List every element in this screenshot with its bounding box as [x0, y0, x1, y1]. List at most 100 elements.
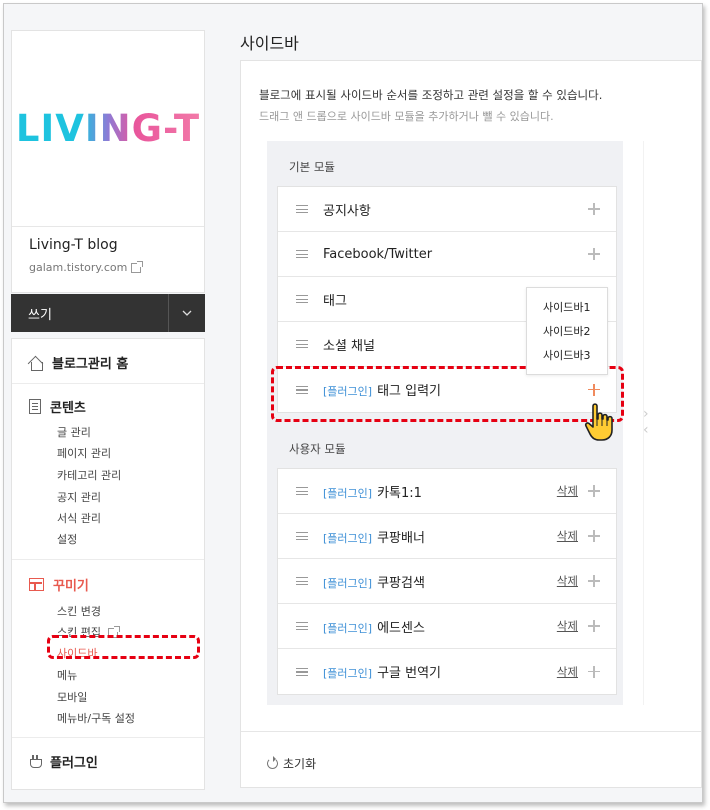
menu-item-skin-change[interactable]: 스킨 변경 — [57, 603, 101, 619]
reset-label: 초기화 — [283, 757, 317, 771]
module-name: [플러그인] 쿠팡배너 — [323, 527, 557, 546]
write-button[interactable]: 쓰기 — [11, 304, 168, 323]
user-module-list: [플러그인] 카톡1:1 삭제 [플러그인] 쿠팡배너 삭제 [플러그인] 쿠팡검색 … — [277, 468, 617, 695]
list-item[interactable]: [플러그인] 쿠팡검색 삭제 — [278, 559, 616, 604]
blog-logo-text: LIVING-T — [15, 107, 201, 150]
sidebar-select-dropdown: 사이드바1 사이드바2 사이드바3 — [526, 287, 608, 375]
plus-icon[interactable] — [588, 203, 600, 215]
menu-item-menubar-subscribe[interactable]: 메뉴바/구독 설정 — [57, 710, 135, 726]
hand-pointer-icon — [584, 403, 613, 441]
drag-handle-icon[interactable] — [296, 487, 308, 495]
plus-icon[interactable] — [588, 575, 600, 587]
menu-home-label: 블로그관리 홈 — [52, 357, 129, 372]
dropdown-item-sidebar1[interactable]: 사이드바1 — [527, 300, 607, 324]
plug-icon — [29, 754, 42, 769]
blog-name: Living-T blog — [29, 237, 118, 253]
menu-divider — [12, 737, 204, 738]
menu-plugin-label: 플러그인 — [50, 756, 98, 771]
app-window: LIVING-T Living-T blog galam.tistory.com… — [3, 3, 703, 803]
plus-icon[interactable] — [588, 248, 600, 260]
menu-divider — [12, 559, 204, 560]
plugin-tag: [플러그인] — [323, 667, 373, 680]
module-name-text: 쿠팡배너 — [377, 530, 425, 546]
drag-handle-icon[interactable] — [296, 622, 308, 630]
menu-item-notices[interactable]: 공지 관리 — [57, 489, 101, 505]
layout-icon — [29, 578, 44, 591]
menu-plugin[interactable]: 플러그인 — [29, 752, 98, 771]
panel-arrows: › ‹ — [643, 406, 649, 438]
blog-url-text: galam.tistory.com — [29, 261, 128, 274]
menu-item-pages[interactable]: 페이지 관리 — [57, 445, 111, 461]
module-panel: 기본 모듈 공지사항 Facebook/Twitter 태그 소셜 채널 [플러… — [267, 141, 623, 705]
blog-logo[interactable]: LIVING-T — [12, 31, 204, 227]
plus-icon[interactable] — [588, 665, 600, 678]
module-name-text: 에드센스 — [377, 620, 425, 636]
delete-button[interactable]: 삭제 — [557, 483, 578, 499]
page-description: 블로그에 표시될 사이드바 순서를 조정하고 관련 설정을 할 수 있습니다. — [259, 88, 603, 102]
footer-divider — [241, 731, 701, 732]
sidebar-settings-card: 블로그에 표시될 사이드바 순서를 조정하고 관련 설정을 할 수 있습니다. … — [240, 60, 702, 788]
plugin-tag: [플러그인] — [323, 486, 373, 500]
chevron-left-icon[interactable]: ‹ — [643, 422, 649, 438]
delete-button[interactable]: 삭제 — [557, 618, 578, 634]
menu-contents-label: 콘텐츠 — [50, 401, 86, 416]
blog-url-link[interactable]: galam.tistory.com — [29, 260, 144, 274]
menu-item-templates[interactable]: 서식 관리 — [57, 510, 101, 526]
list-item[interactable]: Facebook/Twitter — [278, 232, 616, 277]
menu-home[interactable]: 블로그관리 홈 — [29, 353, 128, 372]
reset-button[interactable]: 초기화 — [267, 755, 316, 772]
module-name: [플러그인] 에드센스 — [323, 617, 557, 636]
module-name-text: 구글 번역기 — [377, 666, 442, 681]
menu-item-mobile[interactable]: 모바일 — [57, 689, 87, 705]
dropdown-item-sidebar3[interactable]: 사이드바3 — [527, 348, 607, 372]
drag-handle-icon[interactable] — [296, 205, 308, 213]
plugin-tag: [플러그인] — [323, 576, 373, 590]
chevron-down-icon[interactable] — [169, 294, 205, 332]
module-name: [플러그인] 카톡1:1 — [323, 482, 557, 501]
menu-item-settings[interactable]: 설정 — [57, 531, 77, 547]
plus-icon[interactable] — [588, 485, 600, 497]
drag-handle-icon[interactable] — [296, 340, 308, 348]
module-name: 공지사항 — [323, 203, 371, 219]
list-item[interactable]: [플러그인] 카톡1:1 삭제 — [278, 469, 616, 514]
drag-handle-icon[interactable] — [296, 577, 308, 585]
page-hint: 드래그 앤 드롭으로 사이드바 모듈을 추가하거나 뺄 수 있습니다. — [259, 110, 554, 123]
basic-modules-label: 기본 모듈 — [289, 160, 335, 174]
chevron-right-icon[interactable]: › — [643, 406, 649, 422]
menu-decorate[interactable]: 꾸미기 — [29, 575, 89, 594]
delete-button[interactable]: 삭제 — [557, 528, 578, 544]
external-link-icon — [131, 260, 144, 273]
module-name: [플러그인] 구글 번역기 — [323, 662, 557, 681]
admin-menu: 블로그관리 홈 콘텐츠 글 관리 페이지 관리 카테고리 관리 공지 관리 서식… — [11, 338, 205, 790]
home-icon — [29, 356, 43, 371]
menu-divider — [12, 383, 204, 384]
user-modules-label: 사용자 모듈 — [289, 442, 346, 456]
list-item[interactable]: [플러그인] 쿠팡배너 삭제 — [278, 514, 616, 559]
module-name: [플러그인] 쿠팡검색 — [323, 572, 557, 591]
menu-item-menu[interactable]: 메뉴 — [57, 667, 77, 683]
menu-contents[interactable]: 콘텐츠 — [29, 397, 86, 416]
write-bar: 쓰기 — [11, 294, 205, 332]
delete-button[interactable]: 삭제 — [557, 664, 578, 680]
drag-handle-icon[interactable] — [296, 532, 308, 540]
drag-handle-icon[interactable] — [296, 295, 308, 303]
module-name-text: 쿠팡검색 — [377, 575, 425, 591]
delete-button[interactable]: 삭제 — [557, 573, 578, 589]
list-item[interactable]: [플러그인] 구글 번역기 삭제 — [278, 649, 616, 694]
plus-icon[interactable] — [588, 530, 600, 542]
module-name: Facebook/Twitter — [323, 246, 433, 262]
menu-decorate-label: 꾸미기 — [53, 579, 89, 594]
drag-handle-icon[interactable] — [296, 667, 308, 676]
dropdown-item-sidebar2[interactable]: 사이드바2 — [527, 324, 607, 348]
menu-item-categories[interactable]: 카테고리 관리 — [57, 467, 121, 483]
plugin-tag: [플러그인] — [323, 621, 373, 635]
drag-handle-icon[interactable] — [296, 250, 308, 258]
list-item[interactable]: [플러그인] 에드센스 삭제 — [278, 604, 616, 649]
plus-icon[interactable] — [588, 620, 600, 632]
module-name-text: 카톡1:1 — [377, 485, 422, 501]
plugin-tag: [플러그인] — [323, 531, 373, 545]
menu-item-posts[interactable]: 글 관리 — [57, 424, 91, 440]
document-icon — [29, 399, 41, 414]
page-title: 사이드바 — [240, 34, 299, 53]
list-item[interactable]: 공지사항 — [278, 187, 616, 232]
